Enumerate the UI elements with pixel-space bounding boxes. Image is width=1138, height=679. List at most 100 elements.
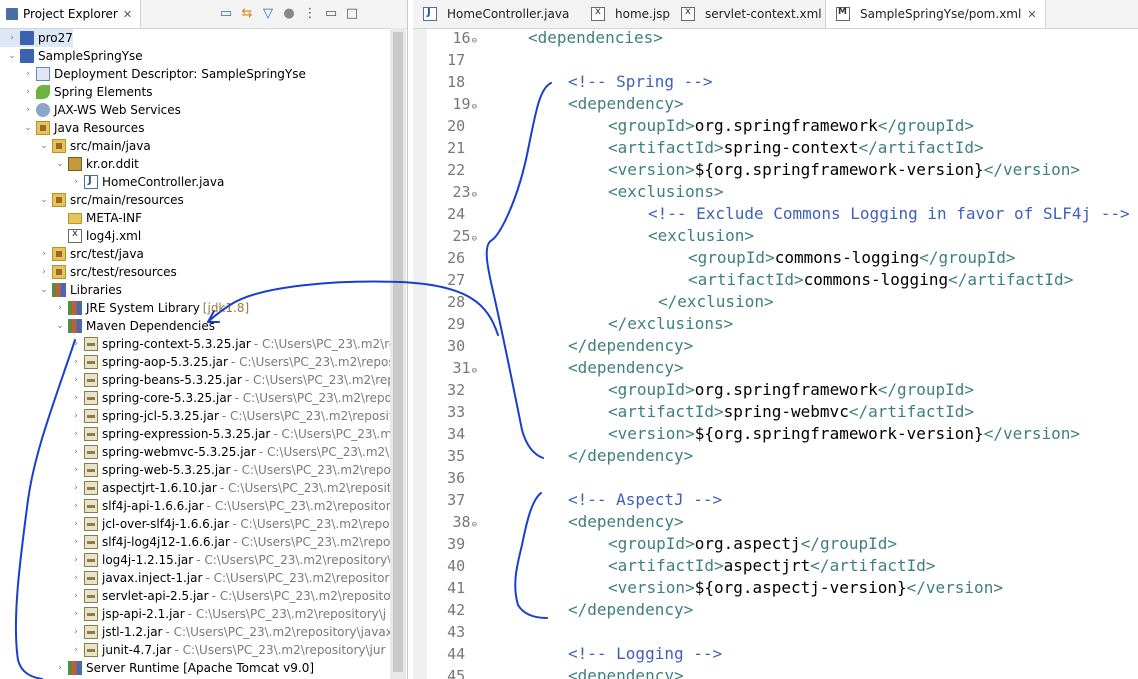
expanded-arrow-icon[interactable]: ⌄ — [54, 159, 66, 169]
tree-item[interactable]: ⌄ src/main/java — [0, 137, 151, 155]
code-line[interactable]: <artifactId>aspectjrt</artifactId> — [480, 555, 936, 577]
tree-item[interactable]: › spring-webmvc-5.3.25.jar - C:\Users\PC_2… — [0, 443, 390, 461]
code-line[interactable] — [480, 621, 488, 643]
fold-toggle-icon[interactable]: ⊖ — [472, 190, 477, 200]
collapsed-arrow-icon[interactable]: › — [70, 609, 82, 619]
collapsed-arrow-icon[interactable]: › — [70, 627, 82, 637]
collapsed-arrow-icon[interactable]: › — [70, 555, 82, 565]
tree-item[interactable]: ⌄ kr.or.ddit — [0, 155, 139, 173]
tree-item[interactable]: › spring-beans-5.3.25.jar - C:\Users\PC_23… — [0, 371, 390, 389]
code-line[interactable]: <groupId>commons-logging</groupId> — [480, 247, 1016, 269]
collapsed-arrow-icon[interactable]: › — [70, 573, 82, 583]
tree-item[interactable]: › slf4j-api-1.6.6.jar - C:\Users\PC_23\.m2… — [0, 497, 390, 515]
editor-tab[interactable]: HomeController.java — [413, 0, 577, 28]
editor-tab[interactable]: servlet-context.xml — [671, 0, 830, 28]
tree-item[interactable]: › spring-context-5.3.25.jar - C:\Users\PC_… — [0, 335, 390, 353]
code-line[interactable] — [480, 49, 488, 71]
tree-item[interactable]: › log4j-1.2.15.jar - C:\Users\PC_23\.m2\re… — [0, 551, 390, 569]
code-line[interactable]: <dependency> — [480, 511, 684, 533]
tree-item[interactable]: › HomeController.java — [0, 173, 224, 191]
code-line[interactable]: <groupId>org.springframework</groupId> — [480, 115, 974, 137]
code-line[interactable]: <groupId>org.aspectj</groupId> — [480, 533, 897, 555]
collapsed-arrow-icon[interactable]: › — [22, 69, 34, 79]
collapsed-arrow-icon[interactable]: › — [70, 465, 82, 475]
collapsed-arrow-icon[interactable]: › — [22, 105, 34, 115]
collapsed-arrow-icon[interactable]: › — [70, 591, 82, 601]
working-set-icon[interactable]: ● — [282, 7, 296, 21]
tree-item[interactable]: › javax.inject-1.jar - C:\Users\PC_23\.m2\… — [0, 569, 390, 587]
code-line[interactable]: <artifactId>commons-logging</artifactId> — [480, 269, 1073, 291]
expanded-arrow-icon[interactable]: ⌄ — [6, 51, 18, 61]
code-line[interactable]: <exclusions> — [480, 181, 724, 203]
tree-item[interactable]: ⌄ src/main/resources — [0, 191, 184, 209]
collapsed-arrow-icon[interactable]: › — [22, 87, 34, 97]
tree-item[interactable]: ⌄ Libraries — [0, 281, 122, 299]
tree-item[interactable]: › jstl-1.2.jar - C:\Users\PC_23\.m2\reposi… — [0, 623, 390, 641]
tree-item[interactable]: › servlet-api-2.5.jar - C:\Users\PC_23\.m2… — [0, 587, 390, 605]
tree-item[interactable]: › pro27 — [0, 29, 73, 47]
explorer-scrollbar-thumb[interactable] — [393, 32, 403, 672]
tree-item[interactable]: › jcl-over-slf4j-1.6.6.jar - C:\Users\PC_2… — [0, 515, 390, 533]
collapsed-arrow-icon[interactable]: › — [70, 411, 82, 421]
tree-item[interactable]: › Server Runtime [Apache Tomcat v9.0] — [0, 659, 314, 677]
code-line[interactable]: </dependency> — [480, 599, 693, 621]
editor-tab[interactable]: SampleSpringYse/pom.xml ✕ — [825, 0, 1046, 28]
expanded-arrow-icon[interactable]: ⌄ — [38, 195, 50, 205]
code-line[interactable]: <dependencies> — [480, 27, 663, 49]
tree-item[interactable]: › junit-4.7.jar - C:\Users\PC_23\.m2\repos… — [0, 641, 385, 659]
tree-item[interactable]: › JAX-WS Web Services — [0, 101, 181, 119]
code-line[interactable]: </exclusion> — [480, 291, 774, 313]
tree-item[interactable]: › Spring Elements — [0, 83, 152, 101]
editor-tab[interactable]: home.jsp — [581, 0, 678, 28]
tree-item[interactable]: › slf4j-log4j12-1.6.6.jar - C:\Users\PC_23… — [0, 533, 390, 551]
code-line[interactable]: </exclusions> — [480, 313, 733, 335]
expanded-arrow-icon[interactable]: ⌄ — [22, 123, 34, 133]
maximize-icon[interactable]: □ — [345, 7, 359, 21]
explorer-scrollbar[interactable] — [390, 28, 406, 679]
fold-toggle-icon[interactable]: ⊖ — [472, 36, 477, 46]
code-line[interactable]: <!-- Spring --> — [480, 71, 713, 93]
code-line[interactable]: <version>${org.aspectj-version}</version… — [480, 577, 1003, 599]
collapsed-arrow-icon[interactable]: › — [70, 537, 82, 547]
collapsed-arrow-icon[interactable]: › — [70, 645, 82, 655]
tree-item[interactable]: ⌄ Maven Dependencies — [0, 317, 215, 335]
code-line[interactable]: <dependency> — [480, 93, 684, 115]
collapsed-arrow-icon[interactable]: › — [70, 393, 82, 403]
tree-item[interactable]: › spring-expression-5.3.25.jar - C:\Users\… — [0, 425, 390, 443]
code-line[interactable]: <version>${org.springframework-version}<… — [480, 159, 1080, 181]
collapsed-arrow-icon[interactable]: › — [70, 501, 82, 511]
view-menu-icon[interactable]: ⋮ — [303, 7, 317, 21]
code-line[interactable] — [480, 467, 488, 489]
collapsed-arrow-icon[interactable]: › — [70, 339, 82, 349]
collapsed-arrow-icon[interactable]: › — [70, 519, 82, 529]
code-line[interactable]: <!-- Logging --> — [480, 643, 722, 665]
collapse-all-icon[interactable]: ▭ — [219, 7, 233, 21]
code-line[interactable]: <!-- Exclude Commons Logging in favor of… — [480, 203, 1130, 225]
collapsed-arrow-icon[interactable]: › — [54, 663, 66, 673]
tree-item[interactable]: META-INF — [0, 209, 142, 227]
code-line[interactable]: </dependency> — [480, 445, 693, 467]
collapsed-arrow-icon[interactable]: › — [70, 429, 82, 439]
code-line[interactable]: <dependency> — [480, 357, 684, 379]
collapsed-arrow-icon[interactable]: › — [70, 357, 82, 367]
close-icon[interactable]: ✕ — [1027, 8, 1036, 21]
tree-item[interactable]: › spring-jcl-5.3.25.jar - C:\Users\PC_23\.… — [0, 407, 390, 425]
tree-item[interactable]: › spring-core-5.3.25.jar - C:\Users\PC_23\… — [0, 389, 390, 407]
code-line[interactable]: </dependency> — [480, 335, 693, 357]
tab-project-explorer[interactable]: Project Explorer ✕ — [0, 0, 142, 28]
code-line[interactable]: <dependency> — [480, 665, 684, 679]
tree-item[interactable]: › src/test/java — [0, 245, 144, 263]
tree-item[interactable]: › spring-aop-5.3.25.jar - C:\Users\PC_23\.… — [0, 353, 390, 371]
code-line[interactable]: <!-- AspectJ --> — [480, 489, 722, 511]
close-icon[interactable]: ✕ — [123, 8, 132, 21]
minimize-icon[interactable]: ▭ — [324, 7, 338, 21]
expanded-arrow-icon[interactable]: ⌄ — [38, 141, 50, 151]
code-line[interactable]: <artifactId>spring-webmvc</artifactId> — [480, 401, 974, 423]
collapsed-arrow-icon[interactable]: › — [6, 33, 18, 43]
collapsed-arrow-icon[interactable]: › — [70, 447, 82, 457]
fold-toggle-icon[interactable]: ⊖ — [472, 102, 477, 112]
tree-item[interactable]: ⌄ SampleSpringYse — [0, 47, 143, 65]
filter-icon[interactable]: ▽ — [261, 7, 275, 21]
tree-item[interactable]: log4j.xml — [0, 227, 141, 245]
fold-toggle-icon[interactable]: ⊖ — [472, 234, 477, 244]
